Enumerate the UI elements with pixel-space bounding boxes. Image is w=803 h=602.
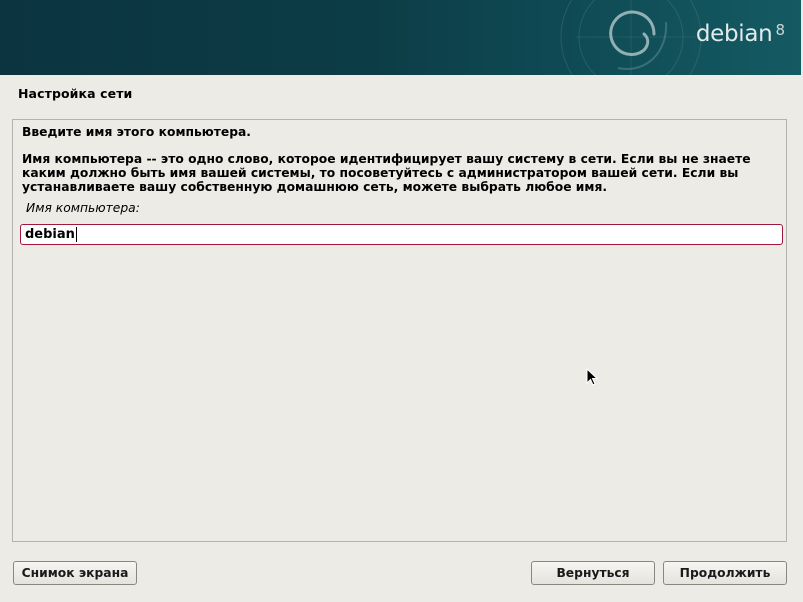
description-line: Имя компьютера -- это одно слово, которо…: [22, 152, 751, 166]
logo-text: debian: [695, 21, 773, 47]
screenshot-button[interactable]: Снимок экрана: [13, 561, 137, 585]
hostname-input[interactable]: debian: [20, 224, 783, 245]
mouse-cursor-icon: [586, 368, 598, 386]
back-button[interactable]: Вернуться: [531, 561, 655, 585]
continue-button[interactable]: Продолжить: [663, 561, 787, 585]
question-heading: Введите имя этого компьютера.: [22, 125, 251, 139]
text-caret: [75, 227, 77, 242]
debian-swirl-icon: [560, 0, 702, 75]
step-title: Настройка сети: [18, 86, 133, 101]
hostname-value: debian: [25, 227, 75, 242]
description-line: устанавливаете вашу собственную домашнюю…: [22, 180, 608, 195]
debian-logo: debian 8: [696, 18, 785, 52]
description-line: каким должно быть имя вашей системы, то …: [22, 166, 739, 181]
header-banner: debian 8: [0, 0, 801, 75]
logo-version: 8: [775, 21, 785, 39]
description-text: Имя компьютера -- это одно слово, которо…: [22, 152, 782, 195]
main-panel: Введите имя этого компьютера. Имя компью…: [12, 119, 787, 542]
hostname-label: Имя компьютера:: [26, 201, 140, 215]
